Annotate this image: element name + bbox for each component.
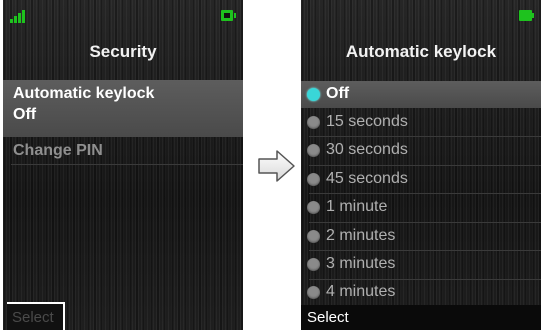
- radio-unselected-icon: [307, 230, 320, 243]
- divider: [11, 164, 243, 165]
- option-1-minute[interactable]: 1 minute: [301, 194, 541, 222]
- option-label: 45 seconds: [326, 170, 408, 187]
- option-label: 15 seconds: [326, 113, 408, 130]
- menu-item-change-pin[interactable]: Change PIN: [3, 137, 243, 165]
- option-label: 30 seconds: [326, 141, 408, 158]
- battery-icon: [221, 10, 236, 21]
- signal-strength-icon: [10, 10, 25, 23]
- security-screen: Security Automatic keylock Off Change PI…: [3, 0, 243, 330]
- radio-unselected-icon: [307, 286, 320, 299]
- automatic-keylock-screen: Automatic keylock Off 15 seconds 30 seco…: [301, 0, 541, 330]
- softkey-bar: Select: [301, 305, 541, 330]
- select-softkey[interactable]: Select: [307, 309, 349, 326]
- radio-unselected-icon: [307, 116, 320, 129]
- radio-unselected-icon: [307, 201, 320, 214]
- menu-item-label: Change PIN: [13, 142, 103, 159]
- page-title: Automatic keylock: [345, 42, 497, 61]
- radio-selected-icon: [307, 88, 320, 101]
- radio-unselected-icon: [307, 144, 320, 157]
- right-arrow-icon: [258, 150, 295, 182]
- option-label: 1 minute: [326, 198, 388, 215]
- select-softkey[interactable]: Select: [7, 302, 65, 330]
- option-15-seconds[interactable]: 15 seconds: [301, 108, 541, 136]
- radio-unselected-icon: [307, 173, 320, 186]
- option-3-minutes[interactable]: 3 minutes: [301, 251, 541, 279]
- option-label: 3 minutes: [326, 255, 396, 272]
- menu-item-automatic-keylock[interactable]: Automatic keylock Off: [3, 80, 243, 137]
- page-title: Security: [89, 42, 157, 61]
- option-label: Off: [326, 85, 350, 102]
- option-off[interactable]: Off: [301, 81, 541, 108]
- option-30-seconds[interactable]: 30 seconds: [301, 137, 541, 165]
- option-45-seconds[interactable]: 45 seconds: [301, 166, 541, 194]
- option-4-minutes[interactable]: 4 minutes: [301, 280, 541, 305]
- option-2-minutes[interactable]: 2 minutes: [301, 223, 541, 251]
- battery-icon: [519, 10, 534, 21]
- option-label: 4 minutes: [326, 283, 396, 300]
- menu-item-value: Off: [13, 106, 37, 123]
- menu-item-label: Automatic keylock: [13, 85, 155, 102]
- radio-unselected-icon: [307, 258, 320, 271]
- option-label: 2 minutes: [326, 227, 396, 244]
- softkey-label: Select: [12, 309, 54, 326]
